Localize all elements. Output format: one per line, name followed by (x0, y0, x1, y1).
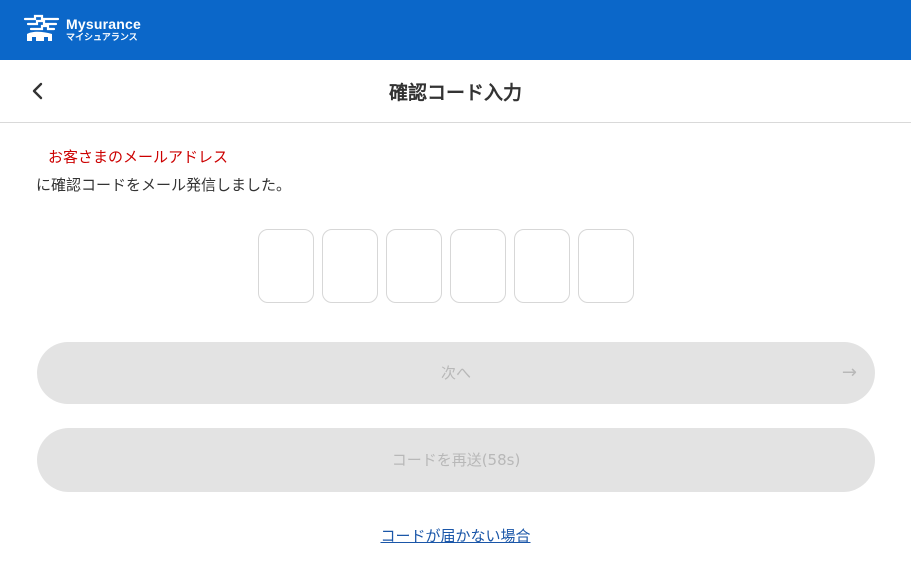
verification-code-input (258, 229, 634, 303)
code-digit-6[interactable] (578, 229, 634, 303)
email-address: お客さまのメールアドレス (48, 148, 229, 166)
code-digit-4[interactable] (450, 229, 506, 303)
page-title: 確認コード入力 (388, 82, 522, 104)
code-digit-1[interactable] (258, 229, 314, 303)
code-digit-2[interactable] (322, 229, 378, 303)
brand-name-ja: マイシュアランス (66, 33, 138, 43)
logo-mark-icon (23, 14, 60, 41)
top-bar: Mysurance マイシュアランス (0, 0, 911, 60)
page-header: 確認コード入力 (0, 60, 911, 123)
brand-name-en: Mysurance (66, 16, 141, 32)
resend-button-label: コードを再送(58s) (391, 451, 521, 469)
sent-message: に確認コードをメール発信しました。 (36, 176, 292, 194)
next-button[interactable]: 次へ → (37, 342, 875, 404)
arrow-right-icon: → (841, 362, 857, 383)
brand-logo[interactable]: Mysurance マイシュアランス (22, 10, 141, 50)
resend-code-button[interactable]: コードを再送(58s) (37, 428, 875, 492)
code-digit-3[interactable] (386, 229, 442, 303)
next-button-label: 次へ (440, 364, 471, 382)
code-not-received-link[interactable]: コードが届かない場合 (0, 525, 911, 546)
code-digit-5[interactable] (514, 229, 570, 303)
